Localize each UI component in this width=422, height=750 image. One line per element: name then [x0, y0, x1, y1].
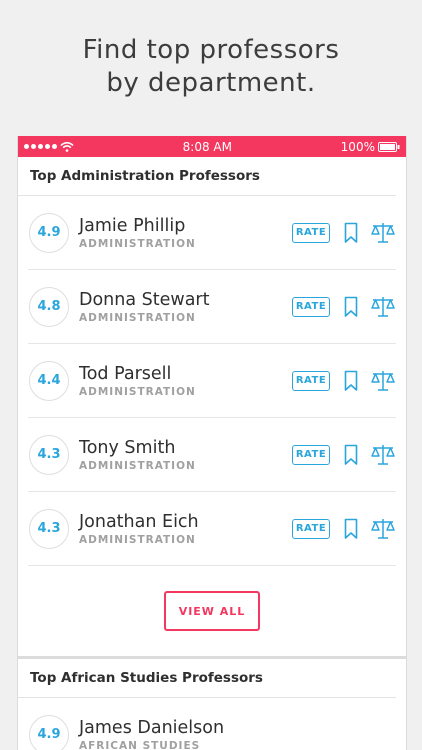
battery-percent: 100%	[340, 139, 375, 154]
view-all-button[interactable]: VIEW ALL	[164, 591, 260, 631]
professor-name: Donna Stewart	[79, 289, 210, 310]
rate-button[interactable]: RATE	[292, 296, 330, 317]
professor-department: ADMINISTRATION	[79, 533, 196, 546]
rate-button[interactable]: RATE	[292, 370, 330, 391]
view-all-container: VIEW ALL	[18, 566, 406, 656]
bookmark-icon[interactable]	[344, 222, 358, 244]
scale-icon[interactable]	[370, 517, 396, 541]
bookmark-icon[interactable]	[344, 296, 358, 318]
scale-icon[interactable]	[370, 295, 396, 319]
bookmark-icon[interactable]	[344, 370, 358, 392]
professor-department: ADMINISTRATION	[79, 237, 196, 250]
scale-icon[interactable]	[370, 221, 396, 245]
professor-row[interactable]: 4.4 Tod Parsell ADMINISTRATION RATE	[28, 344, 396, 418]
professor-department: ADMINISTRATION	[79, 459, 196, 472]
rate-button[interactable]: RATE	[292, 518, 330, 539]
phone-screen: 8:08 AM 100% Top Administration Professo…	[17, 136, 407, 750]
professor-name: Tony Smith	[79, 437, 176, 458]
signal-icon	[24, 144, 57, 149]
professor-name: Jonathan Eich	[79, 511, 199, 532]
professor-row[interactable]: 4.3 Jonathan Eich ADMINISTRATION RATE	[28, 492, 396, 566]
professor-row[interactable]: 4.8 Donna Stewart ADMINISTRATION RATE	[28, 270, 396, 344]
rating-badge: 4.8	[29, 286, 69, 327]
rating-badge: 4.3	[29, 434, 69, 475]
status-time: 8:08 AM	[182, 139, 232, 154]
professor-row[interactable]: 4.9 Jamie Phillip ADMINISTRATION RATE	[28, 196, 396, 270]
professor-department: ADMINISTRATION	[79, 385, 196, 398]
rating-badge: 4.3	[29, 508, 69, 549]
rating-badge: 4.4	[29, 360, 69, 401]
professor-list-administration: 4.9 Jamie Phillip ADMINISTRATION RATE 4.…	[18, 196, 406, 566]
professor-name: Jamie Phillip	[79, 215, 186, 236]
rate-button[interactable]: RATE	[292, 222, 330, 243]
headline-line-2: by department.	[106, 68, 316, 98]
professor-row[interactable]: 4.3 Tony Smith ADMINISTRATION RATE	[28, 418, 396, 492]
professor-row[interactable]: 4.9 James Danielson AFRICAN STUDIES	[28, 698, 396, 750]
professor-department: AFRICAN STUDIES	[79, 739, 201, 750]
marketing-headline: Find top professors by department.	[0, 34, 422, 100]
battery-icon	[377, 141, 400, 152]
scale-icon[interactable]	[370, 369, 396, 393]
rating-badge: 4.9	[29, 212, 69, 253]
scale-icon[interactable]	[370, 443, 396, 467]
professor-list-african-studies: 4.9 James Danielson AFRICAN STUDIES	[18, 698, 406, 750]
professor-name: Tod Parsell	[79, 363, 172, 384]
bookmark-icon[interactable]	[344, 444, 358, 466]
professor-name: James Danielson	[79, 717, 225, 738]
headline-line-1: Find top professors	[82, 35, 340, 65]
bookmark-icon[interactable]	[344, 518, 358, 540]
rate-button[interactable]: RATE	[292, 444, 330, 465]
professor-department: ADMINISTRATION	[79, 311, 196, 324]
section-title-african-studies: Top African Studies Professors	[18, 659, 396, 698]
status-bar: 8:08 AM 100%	[18, 136, 406, 157]
rating-badge: 4.9	[29, 714, 69, 750]
wifi-icon	[60, 141, 74, 152]
section-title-administration: Top Administration Professors	[18, 157, 396, 196]
